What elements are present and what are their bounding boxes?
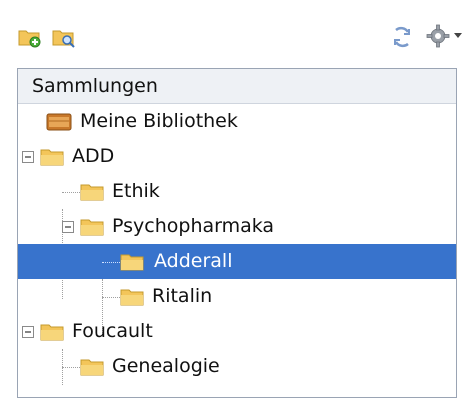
tree-connector (62, 367, 80, 368)
new-saved-search-button[interactable] (52, 26, 76, 48)
tree-item-label: Genealogie (112, 355, 220, 377)
collections-toolbar (0, 0, 470, 70)
tree-item-label: Adderall (154, 250, 233, 272)
tree-item-add[interactable]: ADD (18, 139, 456, 174)
tree-column-header[interactable]: Sammlungen (18, 69, 456, 104)
folder-icon (80, 359, 104, 376)
tree-item-label: Foucault (72, 320, 153, 342)
tree-item-adderall[interactable]: Adderall (18, 244, 456, 279)
new-collection-button[interactable] (18, 26, 42, 48)
tree-item-label: Ritalin (152, 285, 213, 307)
tree-item-label: ADD (72, 145, 115, 167)
folder-icon (40, 149, 64, 166)
folder-icon (80, 184, 104, 201)
actions-menu-button[interactable] (426, 24, 462, 48)
collections-tree[interactable]: Sammlungen Meine Bibliothek ADD Ethik Ps… (17, 68, 457, 398)
folder-icon (40, 324, 64, 341)
tree-item-label: Meine Bibliothek (80, 110, 238, 132)
tree-item-ritalin[interactable]: Ritalin (18, 279, 456, 314)
tree-connector (102, 297, 120, 298)
tree-item-meine-bibliothek[interactable]: Meine Bibliothek (18, 104, 456, 139)
sync-button[interactable] (390, 26, 414, 48)
tree-connector (62, 192, 80, 193)
folder-icon (80, 219, 104, 236)
tree-item-genealogie[interactable]: Genealogie (18, 349, 456, 384)
folder-add-icon (18, 30, 41, 48)
tree-item-label: Psychopharmaka (112, 215, 275, 237)
collapse-toggle-icon[interactable] (62, 221, 74, 233)
library-icon (46, 113, 72, 131)
tree-item-label: Ethik (112, 180, 160, 202)
tree-item-foucault[interactable]: Foucault (18, 314, 456, 349)
tree-connector (102, 262, 120, 263)
gear-icon (426, 24, 450, 48)
saved-search-icon (52, 30, 75, 48)
folder-icon (120, 254, 144, 271)
tree-item-ethik[interactable]: Ethik (18, 174, 456, 209)
collapse-toggle-icon[interactable] (22, 326, 34, 338)
collapse-toggle-icon[interactable] (22, 151, 34, 163)
chevron-down-icon (454, 33, 462, 38)
sync-icon (394, 26, 410, 48)
tree-item-psychopharmaka[interactable]: Psychopharmaka (18, 209, 456, 244)
folder-icon (120, 289, 144, 306)
